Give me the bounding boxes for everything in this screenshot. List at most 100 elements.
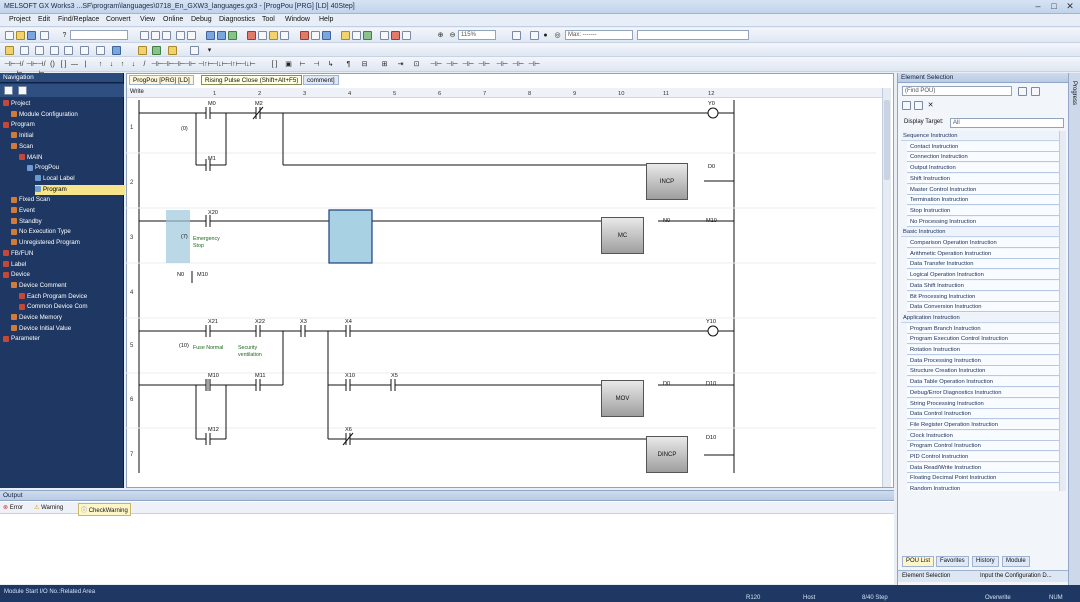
category-application-instruction[interactable]: Application Instruction [901, 312, 1061, 323]
nav-item-device-initial-value[interactable]: Device Initial Value [11, 324, 71, 334]
instruction-bit-processing-instruction[interactable]: Bit Processing Instruction [907, 291, 1061, 302]
menu-diagnostics[interactable]: Diagnostics [219, 16, 255, 23]
zoom-out-icon[interactable]: ⊖ [448, 31, 457, 40]
zoom-select[interactable]: 115% [458, 30, 496, 40]
falling-close-icon[interactable]: ⊣↓⊢ [212, 60, 228, 69]
circle-outline-icon[interactable]: ◎ [553, 31, 562, 40]
write-plc-icon[interactable] [206, 31, 215, 40]
instruction-rotation-instruction[interactable]: Rotation Instruction [907, 345, 1061, 355]
nav-item-module-configuration[interactable]: Module Configuration [11, 110, 78, 120]
es-close-icon[interactable]: ✕ [926, 101, 935, 110]
instruction-master-control-instruction[interactable]: Master Control Instruction [907, 184, 1061, 195]
scroll-thumb[interactable] [884, 100, 890, 180]
read-plc-icon[interactable] [217, 31, 226, 40]
nav-item-no-execution-type[interactable]: No Execution Type [11, 227, 71, 237]
rising-close2-icon[interactable]: ⊣↑⊢ [226, 60, 242, 69]
nav-item-program[interactable]: Program [3, 120, 35, 130]
nav-tool2-icon[interactable] [18, 86, 27, 95]
find-icon[interactable] [380, 31, 389, 40]
category-sequence-instruction[interactable]: Sequence Instruction [901, 131, 1061, 141]
vline-icon[interactable]: | [81, 60, 90, 69]
instruction-no-processing-instruction[interactable]: No Processing Instruction [907, 216, 1061, 227]
tab-pou-list[interactable]: POU List [902, 556, 935, 567]
statement-icon[interactable]: ⊟ [360, 60, 369, 69]
contact-no-icon[interactable]: ⊣⊢ [4, 60, 16, 69]
grid-icon[interactable] [530, 31, 539, 40]
nav-item-progpou[interactable]: ProgPou [27, 163, 59, 173]
copy-icon[interactable] [151, 31, 160, 40]
close-button[interactable]: ✕ [1062, 0, 1078, 13]
nav-item-device-comment[interactable]: Device Comment [11, 281, 66, 291]
print-icon[interactable] [40, 31, 49, 40]
nav-item-parameter[interactable]: Parameter [3, 334, 40, 344]
search-field[interactable] [637, 30, 749, 40]
inst-icon[interactable]: [ ] [59, 60, 68, 69]
monitor-stop-icon[interactable] [280, 31, 289, 40]
instruction-structure-creation-instruction[interactable]: Structure Creation Instruction [907, 366, 1061, 377]
tab-input-config[interactable]: Input the Configuration D... [980, 573, 1052, 579]
convert-icon[interactable] [363, 31, 372, 40]
category-basic-instruction[interactable]: Basic Instruction [901, 227, 1061, 238]
menu-view[interactable]: View [140, 16, 155, 23]
help-icon[interactable]: ? [60, 31, 69, 40]
instruction-mc[interactable]: MC [601, 217, 644, 254]
device-display-icon[interactable]: ⊣⊢ [430, 60, 442, 69]
rebuild-icon[interactable] [352, 31, 361, 40]
note-icon[interactable]: ⊞ [380, 60, 389, 69]
fb-insert-icon[interactable]: ▣ [284, 60, 293, 69]
max-field[interactable]: Max: ------- [565, 30, 633, 40]
module-icon[interactable] [112, 46, 121, 55]
cut-icon[interactable] [140, 31, 149, 40]
find-icon-2[interactable] [1018, 87, 1027, 96]
instruction-mov[interactable]: MOV [601, 380, 644, 417]
find-pou-field[interactable]: (Find POU) [902, 86, 1012, 96]
list-icon[interactable] [35, 46, 44, 55]
table-icon[interactable] [20, 46, 29, 55]
circle-icon[interactable]: ● [541, 31, 550, 40]
nav-item-fb-fun[interactable]: FB/FUN [3, 249, 33, 259]
open-icon[interactable] [16, 31, 25, 40]
paste-icon[interactable] [162, 31, 171, 40]
instruction-data-transfer-instruction[interactable]: Data Transfer Instruction [907, 259, 1061, 270]
instruction-stop-instruction[interactable]: Stop Instruction [907, 205, 1061, 216]
online-icon[interactable] [80, 46, 89, 55]
menu-help[interactable]: Help [319, 16, 333, 23]
op3-icon[interactable]: ⊣⊢ [173, 60, 185, 69]
clear-icon[interactable] [1031, 87, 1040, 96]
menu-project[interactable]: Project [9, 16, 31, 23]
bookmark-icon[interactable] [402, 31, 411, 40]
instruction-incp[interactable]: INCP [646, 163, 688, 200]
tab-favorites[interactable]: Favorites [936, 556, 969, 567]
instruction-scrollbar[interactable] [1059, 131, 1066, 491]
tab-history[interactable]: History [972, 556, 999, 567]
coil-icon[interactable]: () [48, 60, 57, 69]
menu-edit[interactable]: Edit [38, 16, 50, 23]
instruction-data-read-write-instruction[interactable]: Data Read/Write Instruction [907, 462, 1061, 473]
op-icon[interactable]: ⊣⊢ [151, 60, 163, 69]
nav-item-fixed-scan[interactable]: Fixed Scan [11, 195, 50, 205]
falling-icon[interactable]: ↓ [107, 60, 116, 69]
instruction-termination-instruction[interactable]: Termination Instruction [907, 195, 1061, 206]
stop-icon[interactable] [247, 31, 256, 40]
bookmark2-icon[interactable]: ⊡ [412, 60, 421, 69]
arrow-icon[interactable] [190, 46, 199, 55]
nav-item-common-device-com[interactable]: Common Device Com [19, 302, 88, 312]
instruction-logical-operation-instruction[interactable]: Logical Operation Instruction [907, 270, 1061, 281]
nav-tool1-icon[interactable] [4, 86, 13, 95]
new-icon[interactable] [5, 31, 14, 40]
nav-item-program[interactable]: Program [35, 184, 125, 195]
maximize-button[interactable]: □ [1046, 0, 1062, 13]
tab-error[interactable]: ⊗ Error [3, 504, 23, 511]
instruction-dincp[interactable]: DINCP [646, 436, 688, 473]
nav-item-initial[interactable]: Initial [11, 131, 33, 141]
instruction-data-conversion-instruction[interactable]: Data Conversion Instruction [907, 302, 1061, 313]
tab-element-selection[interactable]: Element Selection [902, 573, 950, 579]
comment-icon[interactable] [512, 31, 521, 40]
label-icon[interactable] [138, 46, 147, 55]
window-icon[interactable] [50, 46, 59, 55]
program-icon[interactable] [5, 46, 14, 55]
es-tool1-icon[interactable] [902, 101, 911, 110]
dropdown-icon[interactable]: ▾ [205, 46, 214, 55]
menu-convert[interactable]: Convert [106, 16, 131, 23]
nav-item-unregistered-program[interactable]: Unregistered Program [11, 238, 80, 248]
